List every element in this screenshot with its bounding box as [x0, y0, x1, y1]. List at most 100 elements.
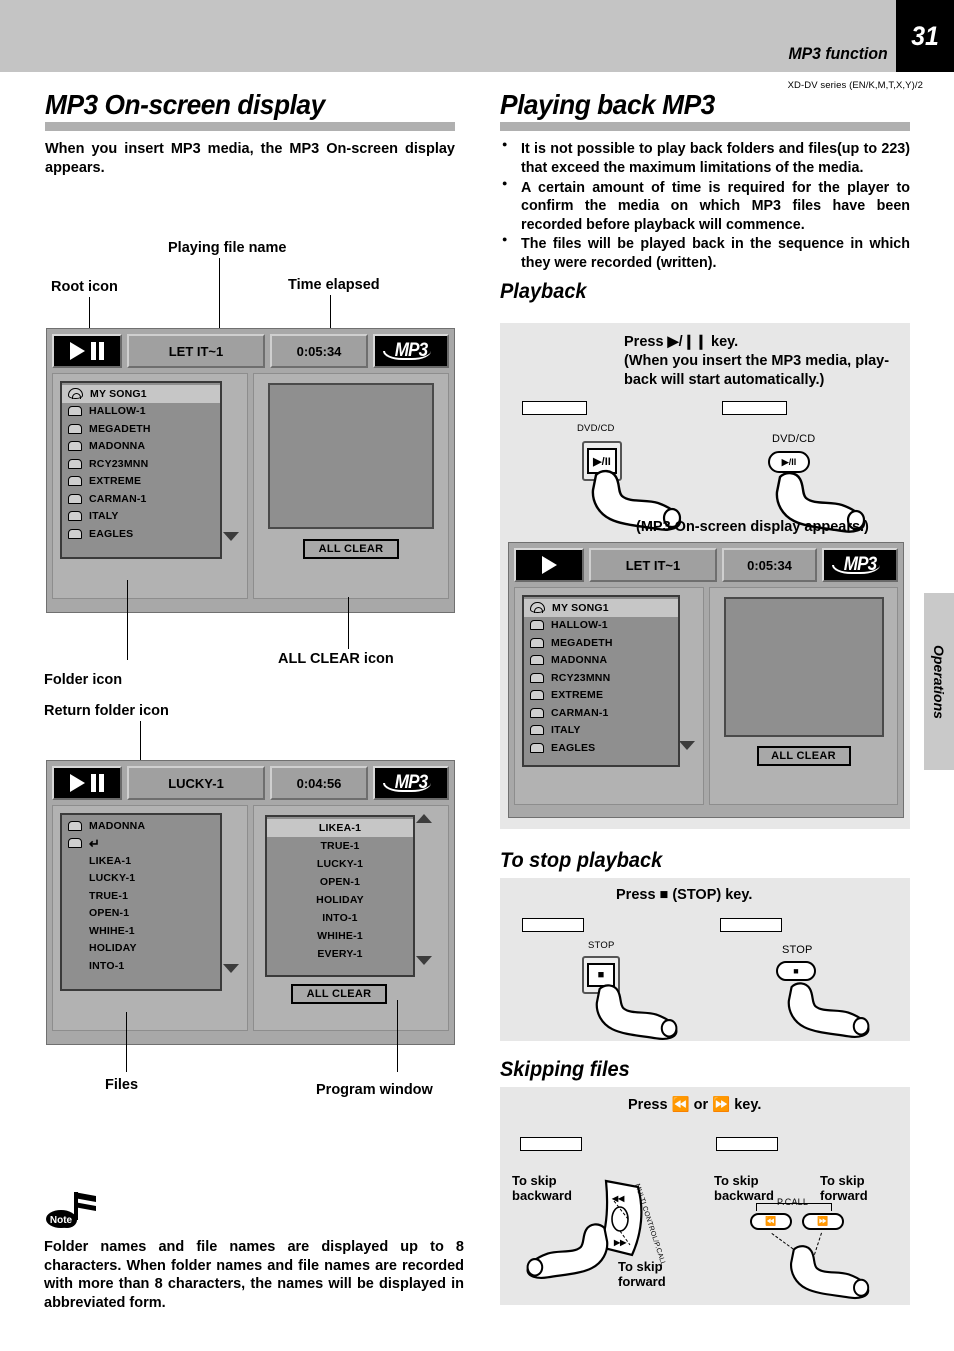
stop-panel: Press ■ (STOP) key. STOP ■ STOP ■: [500, 878, 910, 1041]
pcall-bracket: [756, 1203, 832, 1211]
leader-playing-file-name: [219, 258, 221, 338]
list-item-label: CARMAN-1: [89, 492, 147, 505]
list-item-label: RCY23MNN: [89, 457, 149, 470]
folder-list-item[interactable]: ITALY: [524, 722, 678, 740]
folder-list-item[interactable]: HALLOW-1: [62, 403, 220, 421]
list-item-label: EAGLES: [551, 741, 596, 754]
scroll-down-arrow-icon[interactable]: [416, 956, 432, 965]
folder-list-item[interactable]: HALLOW-1: [524, 617, 678, 635]
callout-time-elapsed: Time elapsed: [288, 277, 380, 293]
folder-list-item[interactable]: EXTREME: [62, 473, 220, 491]
folder-list-item[interactable]: EXTREME: [524, 687, 678, 705]
folder-icon: [530, 637, 544, 648]
page-number-box: 31: [896, 0, 954, 72]
right-section-rule: [500, 122, 910, 132]
program-list-item[interactable]: LUCKY-1: [267, 855, 413, 873]
program-list-item[interactable]: WHIHE-1: [267, 927, 413, 945]
list-item-label: MADONNA: [89, 819, 146, 832]
program-window-empty[interactable]: [723, 597, 884, 737]
remote-skip-forward-key[interactable]: ⏩: [802, 1213, 844, 1230]
folder-icon: [68, 820, 82, 831]
list-item: A certain amount of time is required for…: [500, 178, 910, 235]
file-list[interactable]: MADONNA ↵ LIKEA-1 LUCKY-1 TRUE-1 OPEN-1 WHIHE-…: [60, 813, 222, 991]
scroll-down-arrow-icon[interactable]: [223, 532, 239, 541]
chapter-side-tab-label: Operations: [931, 644, 947, 719]
folder-list-pane-3: MY SONG1 HALLOW-1 MEGADETH MADONNA RCY23MNN E…: [514, 587, 704, 805]
program-list[interactable]: LIKEA-1 TRUE-1 LUCKY-1 OPEN-1 HOLIDAY INTO-1 W…: [265, 815, 415, 977]
callout-return-folder-icon: Return folder icon: [44, 703, 169, 719]
file-list-item[interactable]: LUCKY-1: [62, 870, 220, 888]
mp3-logo-icon: MP3: [373, 766, 449, 800]
list-item-label: TRUE-1: [89, 889, 129, 902]
file-list-item[interactable]: HOLIDAY: [62, 940, 220, 958]
folder-list-item[interactable]: MADONNA: [524, 652, 678, 670]
program-list-item[interactable]: TRUE-1: [267, 837, 413, 855]
folder-list-item[interactable]: CARMAN-1: [524, 704, 678, 722]
folder-list-pane: MY SONG1 HALLOW-1 MEGADETH MADONNA RCY23MNN E…: [52, 373, 248, 599]
file-list-item[interactable]: OPEN-1: [62, 905, 220, 923]
remote-label-box: [722, 401, 787, 415]
folder-list-item[interactable]: MY SONG1: [62, 385, 220, 403]
file-list-item[interactable]: INTO-1: [62, 957, 220, 975]
file-list-item[interactable]: TRUE-1: [62, 887, 220, 905]
program-list-item[interactable]: INTO-1: [267, 909, 413, 927]
remote-label-box: [716, 1137, 778, 1151]
program-list-item[interactable]: EVERY-1: [267, 945, 413, 963]
folder-list-item[interactable]: ITALY: [62, 508, 220, 526]
leader-files: [126, 1012, 128, 1072]
folder-icon: [68, 423, 82, 434]
file-list-item[interactable]: LIKEA-1: [62, 852, 220, 870]
folder-list[interactable]: MY SONG1 HALLOW-1 MEGADETH MADONNA RCY23MNN E…: [60, 381, 222, 559]
folder-list[interactable]: MY SONG1 HALLOW-1 MEGADETH MADONNA RCY23MNN E…: [522, 595, 680, 767]
unit-stop-caption: STOP: [588, 940, 615, 951]
note-music-icon: Note: [46, 1192, 96, 1228]
playback-heading: Playback: [500, 280, 587, 304]
program-list-item[interactable]: LIKEA-1: [267, 819, 413, 837]
folder-list-item[interactable]: EAGLES: [62, 525, 220, 543]
program-list-item[interactable]: OPEN-1: [267, 873, 413, 891]
list-item-label: OPEN-1: [89, 907, 130, 920]
folder-list-item[interactable]: CARMAN-1: [62, 490, 220, 508]
remote-skip-forward-label: To skip forward: [820, 1173, 868, 1204]
list-item-label: LUCKY-1: [316, 858, 364, 870]
skip-instruction: Press ⏪ or ⏩ key.: [628, 1097, 762, 1113]
list-item-label: OPEN-1: [319, 876, 361, 888]
play-icon: [541, 556, 557, 574]
left-intro-text: When you insert MP3 media, the MP3 On-sc…: [45, 141, 455, 176]
all-clear-button[interactable]: ALL CLEAR: [303, 539, 399, 559]
folder-icon: [68, 458, 82, 469]
file-list-item[interactable]: MADONNA: [62, 817, 220, 835]
time-elapsed-field: 0:05:34: [270, 334, 368, 368]
right-section-title: Playing back MP3: [500, 89, 715, 120]
folder-list-item[interactable]: EAGLES: [524, 739, 678, 757]
folder-list-item[interactable]: RCY23MNN: [62, 455, 220, 473]
file-list-item[interactable]: ↵: [62, 835, 220, 853]
remote-skip-backward-key[interactable]: ⏪: [750, 1213, 792, 1230]
folder-list-item[interactable]: MADONNA: [62, 438, 220, 456]
folder-list-item[interactable]: MEGADETH: [524, 634, 678, 652]
scroll-up-arrow-icon[interactable]: [416, 814, 432, 823]
list-item-label: RCY23MNN: [551, 671, 611, 684]
program-window-empty[interactable]: [268, 383, 434, 529]
scroll-down-arrow-icon[interactable]: [223, 964, 239, 973]
folder-list-item[interactable]: MY SONG1: [524, 599, 678, 617]
program-list-item[interactable]: HOLIDAY: [267, 891, 413, 909]
folder-icon: [68, 528, 82, 539]
all-clear-button[interactable]: ALL CLEAR: [291, 984, 387, 1004]
chapter-side-tab: Operations: [924, 593, 954, 770]
file-list-item[interactable]: WHIHE-1: [62, 922, 220, 940]
svg-text:Note: Note: [50, 1215, 73, 1226]
folder-icon: [530, 655, 544, 666]
transport-status-2: [52, 766, 122, 800]
remote-stop-caption: STOP: [782, 944, 813, 956]
leader-all-clear-icon: [348, 597, 350, 649]
left-section-title: MP3 On-screen display: [45, 89, 325, 120]
scroll-down-arrow-icon[interactable]: [679, 741, 695, 750]
folder-icon: [530, 672, 544, 683]
remote-key-caption: DVD/CD: [772, 433, 816, 445]
folder-icon: [68, 476, 82, 487]
folder-list-item[interactable]: RCY23MNN: [524, 669, 678, 687]
callout-all-clear-icon: ALL CLEAR icon: [278, 651, 394, 667]
folder-list-item[interactable]: MEGADETH: [62, 420, 220, 438]
all-clear-button[interactable]: ALL CLEAR: [756, 746, 851, 766]
